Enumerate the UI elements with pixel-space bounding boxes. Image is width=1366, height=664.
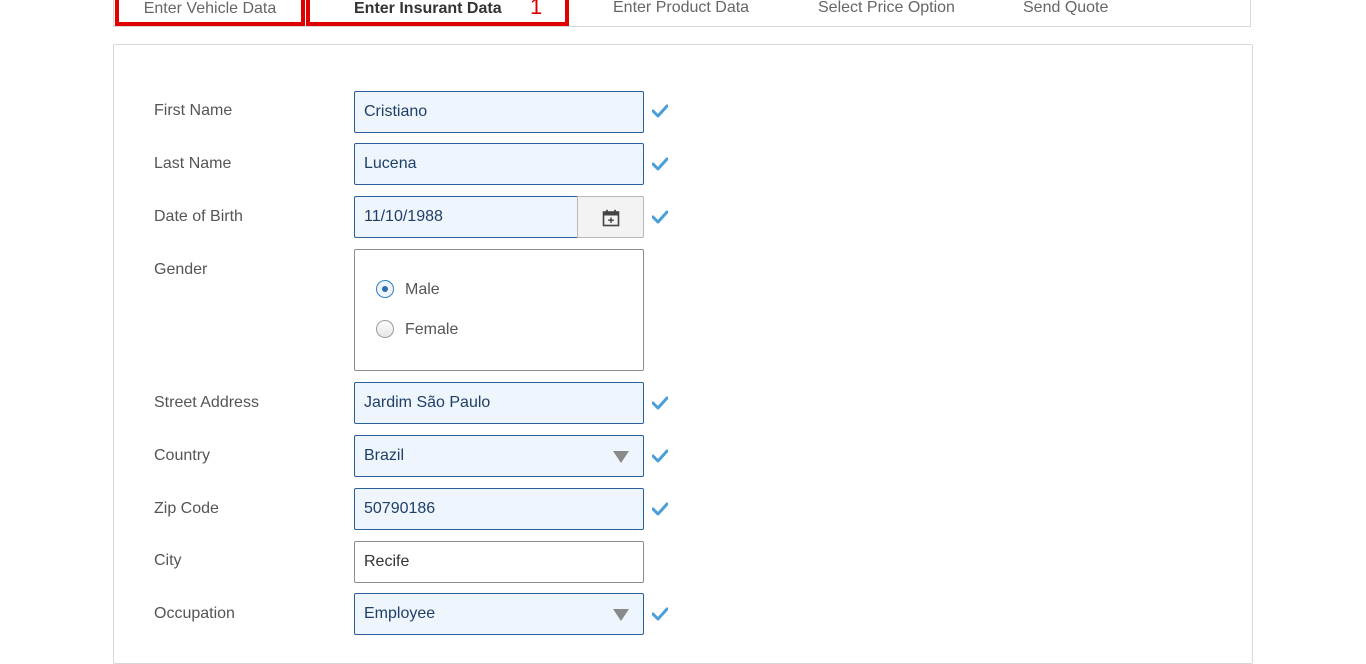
gender-female-radio[interactable] — [376, 320, 394, 338]
checkmark-icon — [652, 104, 668, 118]
tab-label: Enter Insurant Data — [354, 0, 502, 17]
dropdown-arrow-icon — [613, 609, 629, 621]
dropdown-arrow-icon — [613, 451, 629, 463]
country-selected-value: Brazil — [364, 447, 405, 464]
checkmark-icon — [652, 396, 668, 410]
calendar-icon — [602, 209, 620, 227]
checkmark-icon — [652, 157, 668, 171]
gender-label: Gender — [154, 261, 208, 278]
tab-select-price-option[interactable]: Select Price Option — [818, 0, 955, 21]
country-select[interactable]: Brazil — [354, 435, 644, 477]
date-of-birth-input[interactable]: 11/10/1988 — [354, 196, 578, 238]
tab-send-quote[interactable]: Send Quote — [1023, 0, 1108, 21]
insurant-form-panel — [113, 44, 1253, 664]
gender-male-radio[interactable] — [376, 280, 394, 298]
date-picker-button[interactable] — [577, 196, 644, 238]
checkmark-icon — [652, 210, 668, 224]
checkmark-icon — [652, 502, 668, 516]
street-address-label: Street Address — [154, 394, 259, 411]
city-label: City — [154, 552, 182, 569]
tab-label: Send Quote — [1023, 0, 1109, 16]
street-address-input[interactable]: Jardim São Paulo — [354, 382, 644, 424]
checkmark-icon — [652, 449, 668, 463]
tab-label: Enter Vehicle Data — [143, 0, 277, 17]
tab-label: Enter Product Data — [613, 0, 750, 16]
city-input[interactable]: Recife — [354, 541, 644, 583]
country-label: Country — [154, 447, 211, 464]
last-name-label: Last Name — [154, 155, 232, 172]
gender-male-label[interactable]: Male — [405, 280, 440, 300]
occupation-select[interactable]: Employee — [354, 593, 644, 635]
gender-group — [354, 249, 644, 371]
occupation-label: Occupation — [154, 605, 235, 622]
step-badge: 1 — [530, 0, 543, 19]
checkmark-icon — [652, 607, 668, 621]
tab-enter-product-data[interactable]: Enter Product Data — [613, 0, 749, 21]
first-name-input[interactable]: Cristiano — [354, 91, 644, 133]
first-name-label: First Name — [154, 102, 233, 119]
occupation-selected-value: Employee — [364, 605, 436, 622]
zip-code-label: Zip Code — [154, 500, 219, 517]
zip-code-input[interactable]: 50790186 — [354, 488, 644, 530]
date-of-birth-label: Date of Birth — [154, 208, 243, 225]
tab-label: Select Price Option — [818, 0, 955, 16]
tab-enter-insurant-data[interactable]: Enter Insurant Data 1 — [306, 0, 569, 26]
last-name-input[interactable]: Lucena — [354, 143, 644, 185]
tab-enter-vehicle-data[interactable]: Enter Vehicle Data — [115, 0, 305, 26]
gender-female-label[interactable]: Female — [405, 320, 458, 340]
